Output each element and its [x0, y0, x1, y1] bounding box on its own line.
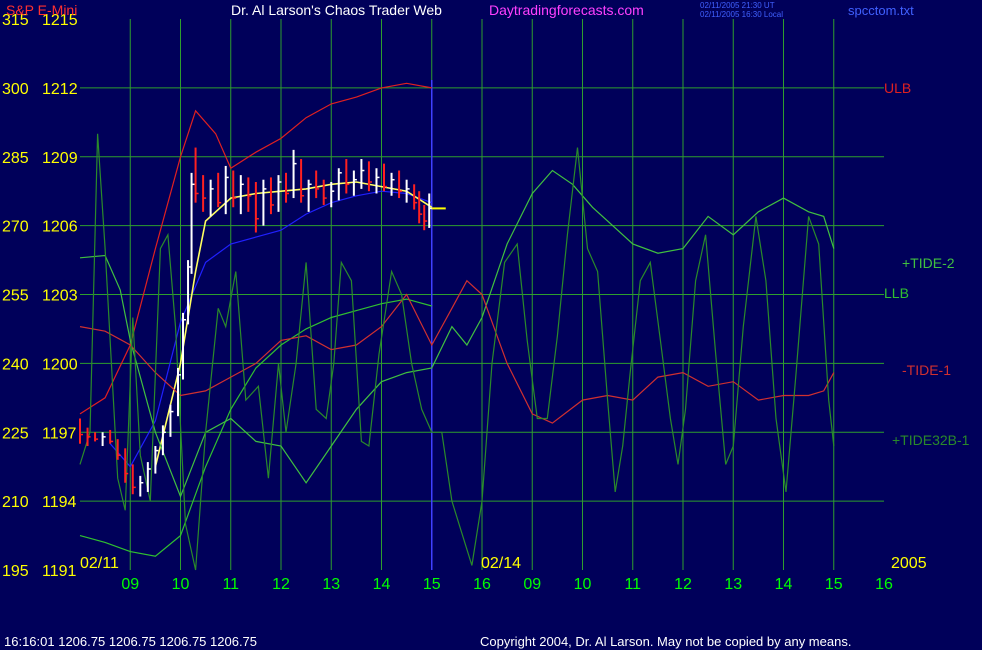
y-tick-label-price: 1194: [42, 494, 77, 511]
y-tick-label-price: 1200: [42, 356, 78, 373]
x-tick-label: 13: [322, 576, 340, 593]
x-tick-label: 15: [825, 576, 843, 593]
ulb-label: ULB: [884, 80, 911, 96]
year-label: 2005: [891, 555, 927, 572]
y-tick-label-oscillator: 240: [2, 356, 29, 373]
x-tick-label: 14: [373, 576, 391, 593]
chart-background: [0, 0, 982, 650]
y-tick-label-oscillator: 300: [2, 81, 29, 98]
x-tick-label: 16: [875, 576, 893, 593]
y-tick-label-oscillator: 285: [2, 150, 29, 167]
y-tick-label-price: 1191: [42, 563, 77, 580]
y-tick-label-oscillator: 225: [2, 425, 29, 442]
y-tick-label-oscillator: 270: [2, 219, 29, 236]
y-tick-label-oscillator: 210: [2, 494, 29, 511]
copyright: Copyright 2004, Dr. Al Larson. May not b…: [480, 634, 851, 649]
last-quote: 16:16:01 1206.75 1206.75 1206.75 1206.75: [4, 634, 257, 649]
y-tick-label-oscillator: 195: [2, 563, 29, 580]
x-tick-label: 10: [172, 576, 190, 593]
x-tick-label: 11: [624, 576, 641, 593]
x-tick-label: 11: [222, 576, 239, 593]
x-tick-label: 12: [674, 576, 692, 593]
data-filename: spcctom.txt: [848, 3, 914, 18]
x-tick-label: 14: [775, 576, 793, 593]
x-tick-label: 10: [574, 576, 592, 593]
chart-title: Dr. Al Larson's Chaos Trader Web: [231, 2, 442, 18]
date-label: 02/14: [481, 555, 521, 572]
y-tick-label-price: 1206: [42, 219, 78, 236]
x-tick-label: 15: [423, 576, 441, 593]
x-tick-label: 16: [473, 576, 491, 593]
y-tick-label-price: 1209: [42, 150, 78, 167]
chart: 315 1215300 1212285 1209270 1206255 1203240 12…: [0, 0, 982, 650]
tide2-label: +TIDE-2: [902, 255, 955, 271]
llb-label: LLB: [884, 285, 909, 301]
y-tick-label-price: 1197: [42, 425, 77, 442]
x-tick-label: 09: [523, 576, 541, 593]
y-tick-label-price: 1212: [42, 81, 78, 98]
tide32b-label: +TIDE32B-1: [892, 432, 970, 448]
y-tick-label-price: 1203: [42, 288, 78, 305]
site-link[interactable]: Daytradingforecasts.com: [489, 2, 644, 18]
x-tick-label: 13: [724, 576, 742, 593]
x-tick-label: 09: [121, 576, 139, 593]
date-label: 02/11: [80, 555, 119, 572]
timestamp-ut: 02/11/2005 21:30 UT: [700, 1, 775, 10]
x-tick-label: 12: [272, 576, 290, 593]
instrument-label: S&P E-Mini: [6, 2, 77, 18]
tide1-label: -TIDE-1: [902, 362, 951, 378]
y-tick-label-oscillator: 255: [2, 288, 29, 305]
timestamp-local: 02/11/2005 16:30 Local: [700, 10, 783, 19]
